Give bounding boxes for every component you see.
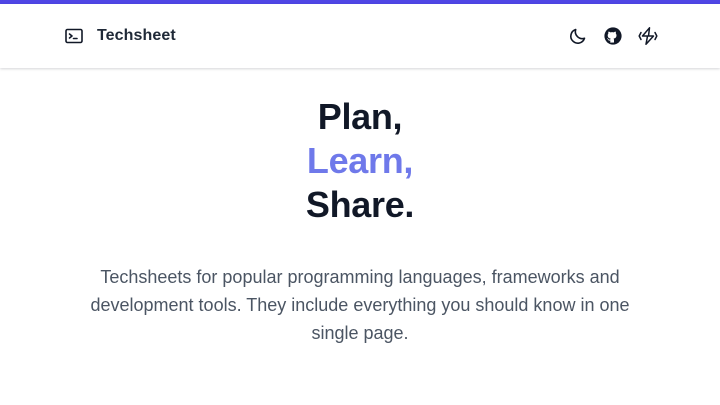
- hero-line-share: Share.: [305, 184, 415, 225]
- main-content: Plan, Learn, Share. Techsheets for popul…: [0, 95, 720, 347]
- github-icon[interactable]: [603, 26, 623, 46]
- moon-icon[interactable]: [568, 26, 588, 46]
- hero-description: Techsheets for popular programming langu…: [90, 267, 630, 343]
- site-header: Techsheet: [0, 4, 720, 68]
- header-actions: [568, 4, 658, 68]
- hero-line-plan: Plan,: [317, 96, 403, 137]
- brand-link[interactable]: Techsheet: [64, 4, 176, 68]
- brand-name: Techsheet: [97, 27, 176, 44]
- terminal-icon: [64, 26, 84, 46]
- hero-line-learn: Learn,: [306, 140, 414, 181]
- lightning-icon[interactable]: [638, 26, 658, 46]
- hero-heading: Plan, Learn, Share.: [0, 95, 720, 227]
